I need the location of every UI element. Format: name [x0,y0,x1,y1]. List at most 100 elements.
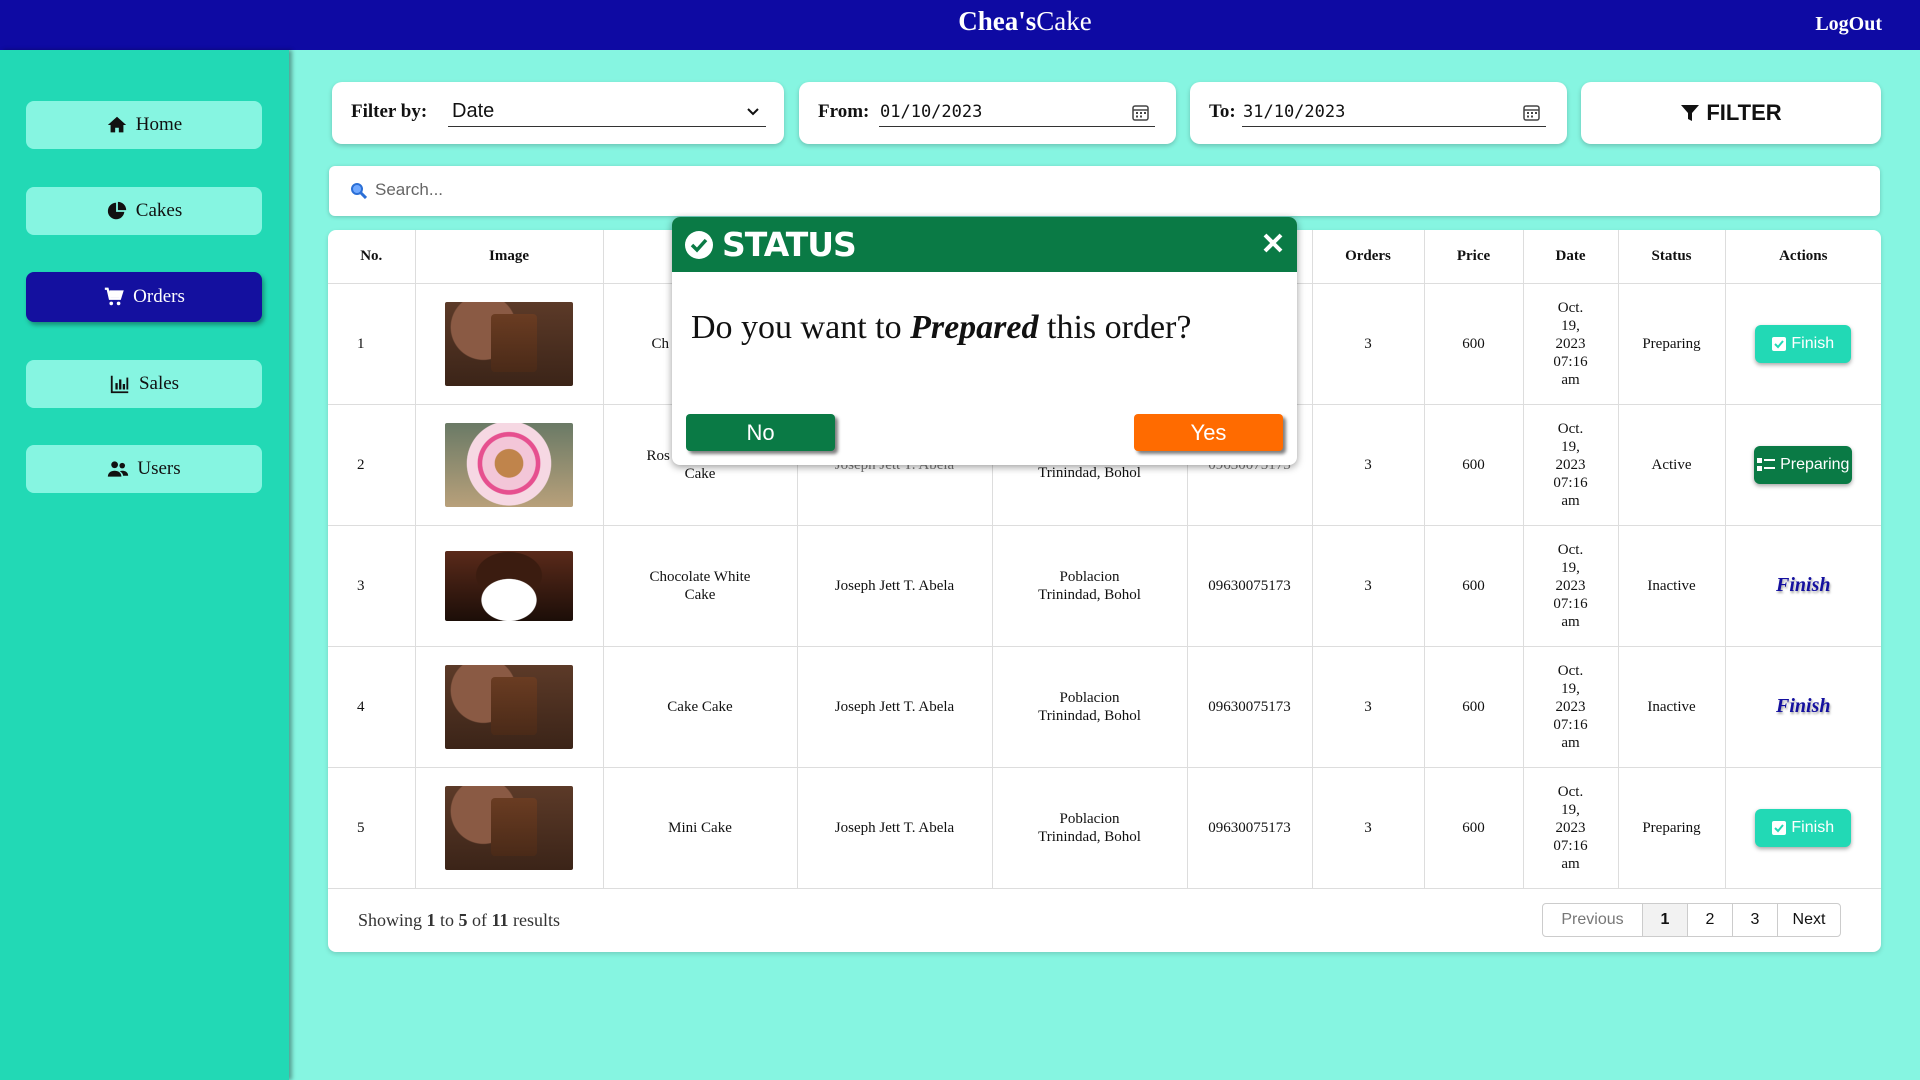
row-name: Chocolate White Cake [603,525,798,647]
date-line: am [1561,492,1580,509]
summary-text: of [472,910,488,930]
column-header-actions: Actions [1725,230,1881,284]
row-price: 600 [1424,283,1524,405]
from-date-input[interactable]: 01/10/2023 [879,99,1155,127]
date-line: Oct. [1557,299,1584,316]
row-image-cell [415,404,604,526]
previous-page-button[interactable]: Previous [1543,904,1643,936]
finish-button[interactable]: Finish [1755,324,1852,363]
search-placeholder: Search... [375,180,444,199]
row-image-cell [415,283,604,405]
results-summary: Showing 1 to 5 of 11 results [358,910,560,931]
row-orders: 3 [1312,404,1425,526]
sidebar-item-users[interactable]: Users [26,445,262,493]
calendar-icon[interactable] [1132,104,1149,121]
page-button-3[interactable]: 3 [1733,904,1778,936]
row-actions: Finish [1725,767,1881,889]
check-circle-icon [685,231,713,259]
close-icon[interactable] [1261,231,1285,255]
finish-button[interactable]: Finish [1755,808,1852,847]
date-line: 19, [1561,680,1580,697]
column-header-status: Status [1618,230,1726,284]
finish-link[interactable]: Finish [1776,695,1830,717]
sidebar-item-cakes[interactable]: Cakes [26,187,262,235]
row-price: 600 [1424,525,1524,647]
row-date: Oct. 19, 2023 07:16 am [1523,404,1619,526]
row-number: 5 [328,767,416,889]
filter-button[interactable]: FILTER [1581,82,1881,144]
date-line: Oct. [1557,420,1584,437]
date-line: am [1561,613,1580,630]
summary-to: 5 [458,910,468,930]
table-row: 5 Mini Cake Joseph Jett T. Abela Poblaci… [328,767,1881,889]
yes-button[interactable]: Yes [1134,414,1283,451]
row-address-line: Poblacion [1059,568,1120,585]
checkbox-icon [1772,336,1787,351]
from-date-value: 01/10/2023 [880,102,983,122]
sidebar-item-home[interactable]: Home [26,101,262,149]
row-phone: 09630075173 [1187,525,1313,647]
filter-by-select[interactable]: Date [448,99,766,127]
column-header-date: Date [1523,230,1619,284]
from-label: From: [818,101,870,122]
date-line: Oct. [1557,662,1584,679]
table-row: 4 Cake Cake Joseph Jett T. Abela Poblaci… [328,646,1881,768]
date-line: 2023 [1555,335,1586,352]
bar-chart-icon [110,375,129,394]
date-line: 2023 [1555,456,1586,473]
row-phone: 09630075173 [1187,646,1313,768]
modal-header: STATUS [672,217,1297,272]
row-price: 600 [1424,767,1524,889]
row-image-cell [415,525,604,647]
finish-link[interactable]: Finish [1776,574,1830,596]
row-name: Cake Cake [603,646,798,768]
date-line: 19, [1561,559,1580,576]
row-price: 600 [1424,404,1524,526]
funnel-icon [1681,105,1700,121]
cake-image [445,301,573,386]
row-number: 3 [328,525,416,647]
row-address-line: Trinindad, Bohol [1038,707,1141,724]
page-button-1[interactable]: 1 [1643,904,1688,936]
page-button-2[interactable]: 2 [1688,904,1733,936]
cake-image [445,422,573,507]
modal-title: STATUS [722,225,857,264]
next-page-button[interactable]: Next [1778,904,1840,936]
cart-icon [104,287,124,306]
cake-image [445,664,573,749]
summary-text: to [440,910,455,930]
row-date: Oct. 19, 2023 07:16 am [1523,525,1619,647]
date-line: 07:16 [1553,353,1588,370]
search-icon [351,183,367,199]
calendar-icon[interactable] [1523,104,1540,121]
top-bar: Chea'sCake LogOut [0,0,1920,50]
row-image-cell [415,767,604,889]
date-line: 19, [1561,801,1580,818]
sidebar-item-label: Home [135,114,183,135]
sidebar-item-sales[interactable]: Sales [26,360,262,408]
no-button[interactable]: No [686,414,835,451]
preparing-button[interactable]: Preparing [1754,445,1853,484]
row-address: Poblacion Trinindad, Bohol [992,525,1188,647]
row-actions: Finish [1725,525,1881,647]
to-date-card: To: 31/10/2023 [1190,82,1567,144]
sidebar-item-orders[interactable]: Orders [26,272,262,322]
date-line: am [1561,734,1580,751]
cake-image [445,550,573,621]
row-number: 2 [328,404,416,526]
logout-link[interactable]: LogOut [1815,13,1882,36]
date-line: am [1561,371,1580,388]
finish-button-label: Finish [1791,818,1835,836]
row-actions: Finish [1725,283,1881,405]
to-date-input[interactable]: 31/10/2023 [1242,99,1546,127]
chevron-down-icon [747,108,759,116]
search-input[interactable]: Search... [329,166,1880,216]
row-actions: Preparing [1725,404,1881,526]
row-name: Mini Cake [603,767,798,889]
row-orders: 3 [1312,283,1425,405]
row-address: Poblacion Trinindad, Bohol [992,646,1188,768]
to-label: To: [1209,101,1236,122]
date-line: 07:16 [1553,837,1588,854]
summary-total: 11 [491,910,509,930]
date-line: 2023 [1555,698,1586,715]
